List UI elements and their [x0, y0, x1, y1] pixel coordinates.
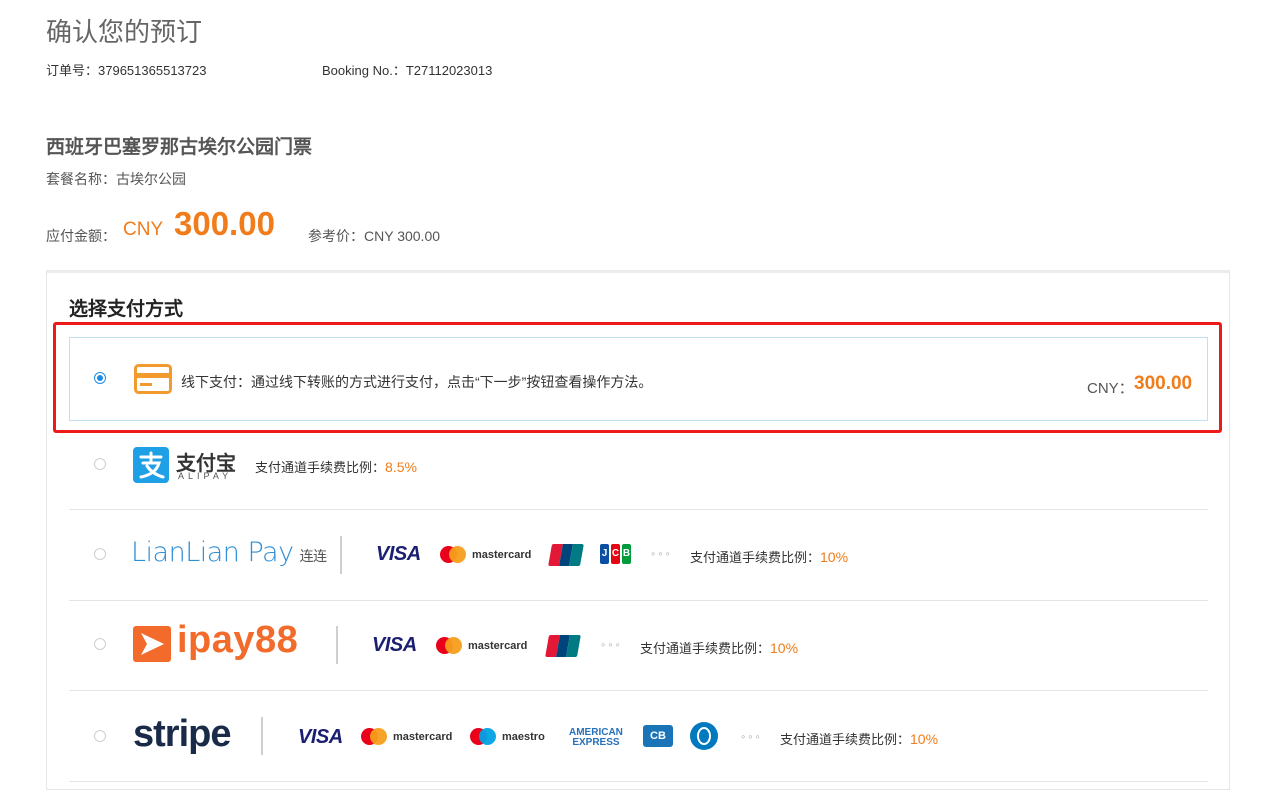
alipay-fee: 支付通道手续费比例：8.5% — [255, 457, 417, 476]
fee-label: 支付通道手续费比例： — [690, 550, 821, 565]
fee-rate: 10% — [910, 731, 939, 747]
radio-lianlian[interactable] — [94, 548, 106, 560]
fee-label: 支付通道手续费比例： — [255, 460, 386, 475]
package-label: 套餐名称： — [46, 171, 116, 187]
unionpay-logo — [548, 544, 584, 566]
maestro-text: maestro — [502, 730, 545, 743]
ipay88-fee: 支付通道手续费比例：10% — [640, 638, 798, 657]
visa-logo: VISA — [372, 634, 417, 656]
amount-due-currency: CNY — [123, 219, 164, 240]
ipay88-logo[interactable]: ipay88 — [177, 619, 298, 662]
separator — [336, 626, 338, 664]
order-no-label: 订单号： — [46, 63, 99, 78]
mastercard-text: mastercard — [393, 730, 453, 743]
jcb-logo: JCB — [600, 544, 631, 564]
reference-price-value: CNY 300.00 — [364, 228, 441, 244]
fee-label: 支付通道手续费比例： — [780, 732, 911, 747]
order-number-row: 订单号：379651365513723 Booking No.：T2711202… — [46, 60, 492, 79]
divider — [69, 600, 1208, 601]
visa-logo: VISA — [376, 543, 421, 565]
separator — [261, 717, 263, 755]
lianlian-fee: 支付通道手续费比例：10% — [690, 547, 848, 566]
fee-rate: 8.5% — [385, 459, 417, 475]
stripe-fee: 支付通道手续费比例：10% — [780, 729, 938, 748]
unionpay-logo — [545, 635, 581, 657]
stripe-logo[interactable]: stripe — [133, 713, 231, 756]
maestro-logo: maestro — [470, 728, 545, 745]
package-name-row: 套餐名称：古埃尔公园 — [46, 169, 186, 189]
amex-logo: AMERICAN EXPRESS — [569, 728, 623, 748]
divider — [69, 690, 1208, 691]
card-icon — [134, 364, 172, 394]
offline-amount-currency: CNY： — [1087, 380, 1134, 397]
more-cards-icon: ∘∘∘ — [740, 732, 762, 743]
more-cards-icon: ∘∘∘ — [650, 549, 672, 560]
amount-due-label: 应付金额： — [46, 228, 116, 244]
more-cards-icon: ∘∘∘ — [600, 640, 622, 651]
radio-stripe[interactable] — [94, 730, 106, 742]
offline-amount-value: 300.00 — [1134, 373, 1193, 394]
mastercard-text: mastercard — [468, 639, 528, 652]
diners-logo — [690, 722, 718, 750]
offline-payment-description: 线下支付：通过线下转账的方式进行支付，点击“下一步”按钮查看操作方法。 — [181, 374, 653, 390]
page-title: 确认您的预订 — [46, 17, 203, 47]
radio-alipay[interactable] — [94, 458, 106, 470]
divider — [69, 781, 1208, 782]
amex-line-2: EXPRESS — [572, 737, 620, 748]
alipay-logo-en: ALIPAY — [178, 471, 233, 481]
booking-number: Booking No.：T27112023013 — [322, 60, 492, 79]
radio-ipay88[interactable] — [94, 638, 106, 650]
lianlian-logo-cn: 连连 — [299, 549, 328, 565]
separator — [340, 536, 342, 574]
fee-rate: 10% — [820, 549, 849, 565]
fee-rate: 10% — [770, 640, 799, 656]
visa-logo: VISA — [298, 726, 343, 748]
radio-offline[interactable] — [94, 372, 106, 384]
mastercard-text: mastercard — [472, 548, 532, 561]
reference-price-label: 参考价： — [308, 228, 364, 244]
divider — [69, 509, 1208, 510]
fee-label: 支付通道手续费比例： — [640, 641, 771, 656]
mastercard-logo: mastercard — [361, 728, 452, 745]
alipay-icon — [133, 447, 169, 483]
order-no-value: 379651365513723 — [98, 63, 207, 78]
mastercard-logo: mastercard — [440, 546, 531, 563]
ipay88-icon — [133, 626, 171, 662]
mastercard-logo: mastercard — [436, 637, 527, 654]
booking-no-label: Booking No.： — [322, 63, 406, 78]
alipay-logo[interactable]: 支付宝 ALIPAY — [133, 447, 243, 483]
cb-logo: CB — [643, 725, 673, 747]
package-name: 古埃尔公园 — [116, 171, 186, 187]
lianlian-pay-logo[interactable]: LianLian Pay 连连 — [131, 537, 327, 568]
amount-due-value: 300.00 — [174, 205, 275, 242]
payment-section-title: 选择支付方式 — [69, 299, 184, 320]
reference-price: 参考价：CNY 300.00 — [308, 226, 440, 246]
product-title: 西班牙巴塞罗那古埃尔公园门票 — [46, 137, 313, 158]
booking-no-value: T27112023013 — [405, 63, 493, 78]
lianlian-logo-text: LianLian Pay — [131, 537, 294, 568]
